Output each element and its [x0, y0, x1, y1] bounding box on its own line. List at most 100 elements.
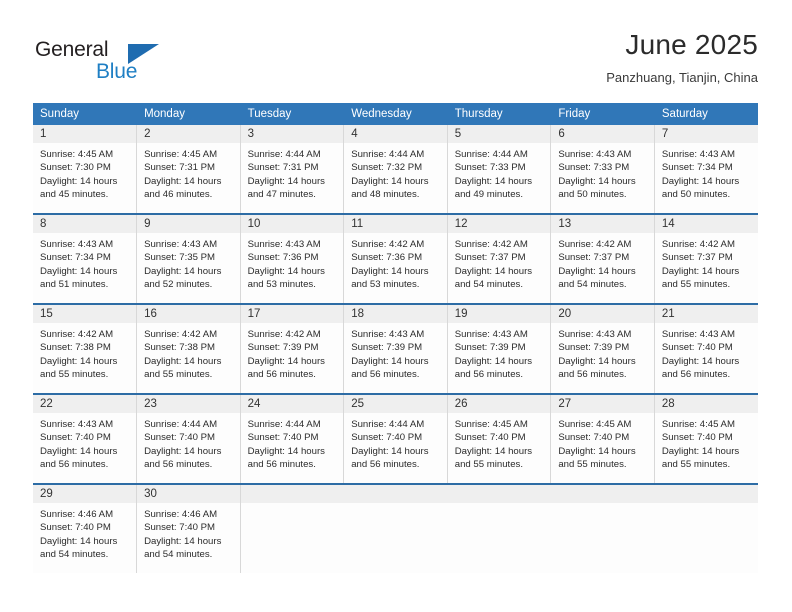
- day-details: Sunrise: 4:46 AM Sunset: 7:40 PM Daylight:…: [33, 503, 136, 562]
- day-details: Sunrise: 4:42 AM Sunset: 7:38 PM Daylight:…: [33, 323, 136, 382]
- sunset-time: Sunset: 7:38 PM: [40, 342, 111, 354]
- calendar-week-row: 15 Sunrise: 4:42 AM Sunset: 7:38 PM Dayligh…: [33, 305, 758, 393]
- day-details: Sunrise: 4:43 AM Sunset: 7:39 PM Daylight:…: [344, 323, 447, 382]
- day-number: 16: [137, 305, 240, 323]
- daylight-duration-line2: and 55 minutes.: [661, 279, 731, 291]
- daylight-duration-line1: Daylight: 14 hours: [454, 445, 533, 457]
- sunrise-time: Sunrise: 4:43 AM: [351, 329, 425, 340]
- day-cell[interactable]: 29 Sunrise: 4:46 AM Sunset: 7:40 PM Dayligh…: [33, 485, 138, 573]
- daylight-duration-line2: and 56 minutes.: [247, 459, 316, 471]
- daylight-duration-line2: and 50 minutes.: [558, 189, 627, 201]
- day-cell[interactable]: 26 Sunrise: 4:45 AM Sunset: 7:40 PM Dayligh…: [447, 395, 552, 483]
- day-cell[interactable]: 3 Sunrise: 4:44 AM Sunset: 7:31 PM Daylight…: [240, 125, 345, 213]
- sunrise-time: Sunrise: 4:43 AM: [558, 329, 632, 340]
- daylight-duration-line2: and 56 minutes.: [351, 459, 420, 471]
- day-number: 25: [344, 395, 447, 413]
- sunset-time: Sunset: 7:39 PM: [247, 342, 319, 354]
- day-details: Sunrise: 4:44 AM Sunset: 7:40 PM Daylight:…: [344, 413, 447, 472]
- daylight-duration-line2: and 55 minutes.: [558, 459, 627, 471]
- day-cell[interactable]: 7 Sunrise: 4:43 AM Sunset: 7:34 PM Daylight…: [654, 125, 758, 213]
- day-number: 7: [654, 125, 758, 143]
- day-cell[interactable]: 8 Sunrise: 4:43 AM Sunset: 7:34 PM Daylight…: [33, 215, 138, 303]
- day-cell[interactable]: 18 Sunrise: 4:43 AM Sunset: 7:39 PM Dayligh…: [343, 305, 448, 393]
- sunrise-time: Sunrise: 4:42 AM: [144, 329, 218, 340]
- day-cell-empty: [343, 485, 448, 573]
- weekday-header-monday: Monday: [136, 103, 241, 125]
- daylight-duration-line2: and 50 minutes.: [661, 189, 731, 201]
- day-cell[interactable]: 20 Sunrise: 4:43 AM Sunset: 7:39 PM Dayligh…: [550, 305, 655, 393]
- day-cell[interactable]: 9 Sunrise: 4:43 AM Sunset: 7:35 PM Daylight…: [136, 215, 241, 303]
- sunrise-time: Sunrise: 4:44 AM: [247, 149, 321, 160]
- day-cell[interactable]: 16 Sunrise: 4:42 AM Sunset: 7:38 PM Dayligh…: [136, 305, 241, 393]
- page-header: General Blue June 2025 Panzhuang, Tianji…: [33, 28, 758, 98]
- day-number: 4: [344, 125, 447, 143]
- daylight-duration-line1: Daylight: 14 hours: [454, 265, 533, 277]
- daylight-duration-line2: and 46 minutes.: [144, 189, 213, 201]
- calendar-week-row: 1 Sunrise: 4:45 AM Sunset: 7:30 PM Daylight…: [33, 125, 758, 213]
- day-cell[interactable]: 11 Sunrise: 4:42 AM Sunset: 7:36 PM Dayligh…: [343, 215, 448, 303]
- daylight-duration-line2: and 53 minutes.: [247, 279, 316, 291]
- day-number: 27: [551, 395, 654, 413]
- daylight-duration-line1: Daylight: 14 hours: [351, 355, 429, 367]
- general-blue-logo[interactable]: General Blue: [33, 38, 163, 90]
- day-cell[interactable]: 30 Sunrise: 4:46 AM Sunset: 7:40 PM Dayligh…: [136, 485, 241, 573]
- sunrise-time: Sunrise: 4:45 AM: [661, 419, 735, 430]
- sunrise-time: Sunrise: 4:44 AM: [247, 419, 321, 430]
- logo-text-general: General: [35, 38, 109, 61]
- daylight-duration-line1: Daylight: 14 hours: [558, 355, 636, 367]
- day-cell[interactable]: 24 Sunrise: 4:44 AM Sunset: 7:40 PM Dayligh…: [240, 395, 345, 483]
- sunset-time: Sunset: 7:34 PM: [40, 252, 111, 264]
- day-cell[interactable]: 10 Sunrise: 4:43 AM Sunset: 7:36 PM Dayligh…: [240, 215, 345, 303]
- day-cell[interactable]: 25 Sunrise: 4:44 AM Sunset: 7:40 PM Dayligh…: [343, 395, 448, 483]
- day-cell[interactable]: 1 Sunrise: 4:45 AM Sunset: 7:30 PM Daylight…: [33, 125, 138, 213]
- day-cell[interactable]: 14 Sunrise: 4:42 AM Sunset: 7:37 PM Dayligh…: [654, 215, 758, 303]
- day-cell[interactable]: 22 Sunrise: 4:43 AM Sunset: 7:40 PM Dayligh…: [33, 395, 138, 483]
- day-cell[interactable]: 19 Sunrise: 4:43 AM Sunset: 7:39 PM Dayligh…: [447, 305, 552, 393]
- daylight-duration-line1: Daylight: 14 hours: [351, 445, 429, 457]
- sunset-time: Sunset: 7:35 PM: [144, 252, 215, 264]
- day-cell[interactable]: 23 Sunrise: 4:44 AM Sunset: 7:40 PM Dayligh…: [136, 395, 241, 483]
- day-number: 14: [654, 215, 758, 233]
- sunset-time: Sunset: 7:33 PM: [558, 162, 630, 174]
- day-number: 17: [240, 305, 344, 323]
- daylight-duration-line2: and 47 minutes.: [247, 189, 316, 201]
- sunset-time: Sunset: 7:31 PM: [144, 162, 215, 174]
- daylight-duration-line1: Daylight: 14 hours: [40, 265, 118, 277]
- day-cell-empty: [550, 485, 655, 573]
- day-details: Sunrise: 4:44 AM Sunset: 7:40 PM Daylight:…: [137, 413, 240, 472]
- day-details: Sunrise: 4:45 AM Sunset: 7:30 PM Daylight:…: [33, 143, 136, 202]
- day-cell[interactable]: 4 Sunrise: 4:44 AM Sunset: 7:32 PM Daylight…: [343, 125, 448, 213]
- day-cell[interactable]: 28 Sunrise: 4:45 AM Sunset: 7:40 PM Dayligh…: [654, 395, 758, 483]
- day-cell[interactable]: 27 Sunrise: 4:45 AM Sunset: 7:40 PM Dayligh…: [550, 395, 655, 483]
- daylight-duration-line2: and 49 minutes.: [454, 189, 524, 201]
- calendar-week-row: 22 Sunrise: 4:43 AM Sunset: 7:40 PM Dayligh…: [33, 395, 758, 483]
- day-cell[interactable]: 2 Sunrise: 4:45 AM Sunset: 7:31 PM Daylight…: [136, 125, 241, 213]
- day-number: [550, 485, 655, 503]
- day-cell[interactable]: 6 Sunrise: 4:43 AM Sunset: 7:33 PM Daylight…: [550, 125, 655, 213]
- day-details: Sunrise: 4:43 AM Sunset: 7:39 PM Daylight:…: [551, 323, 654, 382]
- sunset-time: Sunset: 7:38 PM: [144, 342, 215, 354]
- daylight-duration-line1: Daylight: 14 hours: [247, 175, 325, 187]
- daylight-duration-line1: Daylight: 14 hours: [661, 445, 740, 457]
- day-cell[interactable]: 13 Sunrise: 4:42 AM Sunset: 7:37 PM Dayligh…: [550, 215, 655, 303]
- day-number: 9: [137, 215, 240, 233]
- day-number: 26: [447, 395, 551, 413]
- day-number: 1: [33, 125, 137, 143]
- day-cell[interactable]: 15 Sunrise: 4:42 AM Sunset: 7:38 PM Dayligh…: [33, 305, 138, 393]
- day-number: [343, 485, 448, 503]
- day-number: 2: [137, 125, 240, 143]
- daylight-duration-line2: and 52 minutes.: [144, 279, 213, 291]
- day-details: Sunrise: 4:44 AM Sunset: 7:40 PM Daylight:…: [241, 413, 344, 472]
- day-number: [240, 485, 344, 503]
- sunset-time: Sunset: 7:30 PM: [40, 162, 111, 174]
- day-cell[interactable]: 21 Sunrise: 4:43 AM Sunset: 7:40 PM Dayligh…: [654, 305, 758, 393]
- sunset-time: Sunset: 7:40 PM: [40, 522, 111, 534]
- day-number: 20: [551, 305, 654, 323]
- sunrise-time: Sunrise: 4:43 AM: [661, 329, 735, 340]
- day-cell[interactable]: 17 Sunrise: 4:42 AM Sunset: 7:39 PM Dayligh…: [240, 305, 345, 393]
- sunrise-time: Sunrise: 4:43 AM: [40, 239, 114, 250]
- day-details: Sunrise: 4:45 AM Sunset: 7:40 PM Daylight:…: [655, 413, 758, 472]
- day-number: 10: [240, 215, 344, 233]
- day-cell[interactable]: 5 Sunrise: 4:44 AM Sunset: 7:33 PM Daylight…: [447, 125, 552, 213]
- day-cell[interactable]: 12 Sunrise: 4:42 AM Sunset: 7:37 PM Dayligh…: [447, 215, 552, 303]
